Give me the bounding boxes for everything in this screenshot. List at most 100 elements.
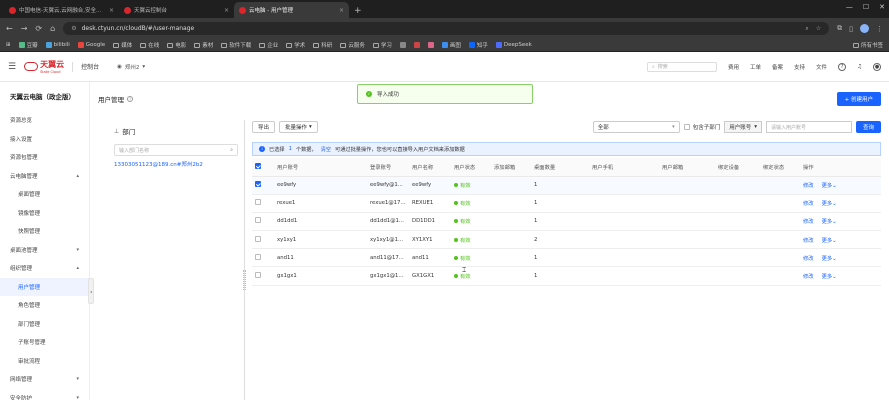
profile-avatar[interactable] [860, 24, 869, 33]
edit-link[interactable]: 修改 [803, 217, 814, 225]
batch-operation-button[interactable]: 批量操作 ▾ [279, 121, 318, 133]
zoom-icon[interactable]: ⌕ [805, 25, 808, 33]
more-dropdown[interactable]: 更多⌄ [822, 217, 837, 225]
browser-tab[interactable]: 天翼云控制台 × [119, 2, 234, 18]
sidebar-item[interactable]: 桌面管理 [0, 185, 89, 204]
department-tree-node[interactable]: 13303051123@189.cn#郑州2b2 [114, 160, 238, 168]
extensions-icon[interactable]: ⧉ [837, 24, 842, 33]
console-link[interactable]: 控制台 [81, 62, 99, 71]
search-field-select[interactable]: 用户账号 ▾ [724, 121, 762, 133]
header-link-docs[interactable]: 文件 [816, 63, 827, 71]
table-row[interactable]: ee9wfy ee9wfy@1... ee9wfy 有效 1 修改 更多⌄ [252, 176, 881, 195]
menu-icon[interactable]: ⋮ [876, 25, 883, 33]
sidebar-item[interactable]: 桌面池管理 ▾ [0, 241, 89, 260]
user-icon[interactable]: ● [873, 62, 881, 71]
minimize-icon[interactable]: — [846, 3, 853, 11]
sidebar-item[interactable]: 接入设置 [0, 130, 89, 149]
close-tab-icon[interactable]: × [339, 7, 344, 14]
edit-link[interactable]: 修改 [803, 272, 814, 280]
export-button[interactable]: 导出 [252, 121, 276, 133]
maximize-icon[interactable]: ☐ [863, 3, 869, 11]
star-icon[interactable]: ☆ [816, 25, 821, 33]
browser-tab-active[interactable]: 云电脑 - 用户管理 × [234, 2, 349, 18]
create-user-button[interactable]: + 创建用户 [836, 92, 881, 106]
sidebar-item[interactable]: 审批流程 [0, 352, 89, 371]
more-dropdown[interactable]: 更多⌄ [822, 236, 837, 244]
bookmark-folder[interactable]: 软件下载 [221, 41, 251, 49]
sidebar-item[interactable]: 用户管理 [0, 277, 89, 296]
bookmark[interactable]: bilibili [45, 42, 70, 48]
close-tab-icon[interactable]: × [109, 7, 114, 14]
bookmark-folder[interactable]: 电影 [167, 41, 186, 49]
bookmark-folder[interactable]: 科研 [313, 41, 332, 49]
row-checkbox[interactable] [255, 181, 261, 188]
clear-selection-link[interactable]: 清空 [321, 146, 331, 153]
more-dropdown[interactable]: 更多⌄ [822, 254, 837, 262]
bookmark[interactable]: 知乎 [468, 41, 488, 49]
bookmark-folder[interactable]: 学术 [286, 41, 305, 49]
bookmark-folder[interactable]: 云服务 [340, 41, 365, 49]
close-window-icon[interactable]: ✕ [879, 3, 885, 11]
sidebar-item[interactable]: 安全防护 ▾ [0, 389, 89, 400]
bookmark-folder[interactable]: 学习 [372, 41, 392, 49]
status-filter-select[interactable]: 全部 ▾ [592, 121, 680, 133]
search-input[interactable]: 请输入用户账号 [765, 121, 852, 133]
reload-icon[interactable]: ⟳ [35, 24, 42, 33]
sidebar-icon[interactable]: ▯ [849, 25, 853, 33]
more-dropdown[interactable]: 更多⌄ [822, 181, 837, 189]
help-icon[interactable]: ? [838, 62, 847, 71]
edit-link[interactable]: 修改 [803, 236, 814, 244]
row-checkbox[interactable] [255, 199, 261, 206]
browser-tab[interactable]: 中国电信-天翼云,云网融合,安全... × [4, 2, 119, 18]
sidebar-item[interactable]: 网络管理 ▾ [0, 370, 89, 389]
header-search[interactable]: ⌕ 搜索 [646, 61, 717, 72]
help-circle-icon[interactable]: ? [127, 96, 133, 102]
sidebar-item[interactable]: 部门管理 [0, 315, 89, 334]
row-checkbox[interactable] [255, 253, 261, 260]
sidebar-item[interactable]: 资源总览 [0, 111, 89, 130]
sidebar-item[interactable]: 快照管理 [0, 222, 89, 241]
edit-link[interactable]: 修改 [803, 199, 814, 207]
resize-handle[interactable] [243, 270, 246, 290]
home-icon[interactable]: ⌂ [50, 24, 55, 33]
row-checkbox[interactable] [255, 272, 261, 279]
address-bar[interactable]: ⚙ desk.ctyun.cn/cloudB/#/user-manage ⌕ ☆ [63, 22, 830, 35]
sidebar-item[interactable]: 子账号管理 [0, 333, 89, 352]
bookmark[interactable]: Google [77, 42, 105, 48]
site-info-icon[interactable]: ⚙ [71, 25, 76, 32]
bookmark[interactable]: DeepSeek [495, 42, 532, 48]
ctyun-logo[interactable]: 天翼云 State Cloud [24, 59, 64, 74]
table-row[interactable]: and11 and11@17... and11 有效 1 修改 更多⌄ [252, 248, 881, 268]
bookmark[interactable] [399, 42, 406, 48]
table-row[interactable]: dd1dd1 dd1dd1@1... DD1DD1 有效 1 修改 更多⌄ [252, 212, 881, 232]
header-link-fees[interactable]: 费用 [728, 63, 739, 71]
row-checkbox[interactable] [255, 235, 261, 242]
back-icon[interactable]: ← [6, 24, 13, 33]
table-row[interactable]: gx1gx1 gx1gx1@1... GX1GX1 有效 1 修改 更多⌄ [252, 266, 881, 286]
bookmark-folder[interactable]: 企业 [259, 41, 278, 49]
forward-icon[interactable]: → [21, 24, 28, 33]
more-dropdown[interactable]: 更多⌄ [822, 199, 837, 207]
table-row[interactable]: xy1xy1 xy1xy1@1... XY1XY1 有效 2 修改 更多⌄ [252, 230, 881, 250]
query-button[interactable]: 查询 [855, 121, 881, 133]
all-bookmarks[interactable]: 所有书签 [852, 41, 883, 49]
bookmark-folder[interactable]: 在线 [140, 41, 159, 49]
header-link-ticket[interactable]: 工单 [750, 63, 761, 71]
sidebar-item[interactable]: 资源包管理 [0, 148, 89, 167]
bookmark[interactable] [413, 42, 420, 48]
close-tab-icon[interactable]: × [224, 7, 229, 14]
select-all-checkbox[interactable] [255, 162, 261, 169]
edit-link[interactable]: 修改 [803, 254, 814, 262]
department-search-input[interactable]: 输入部门名称 ⌕ [114, 144, 238, 156]
bookmark-folder[interactable]: 素材 [194, 41, 213, 49]
include-subdepartment-checkbox[interactable]: 包含子部门 [683, 123, 720, 131]
bell-icon[interactable]: ♫ [857, 64, 862, 70]
sidebar-item[interactable]: 镜像管理 [0, 204, 89, 223]
sidebar-item[interactable]: 组织管理 ▴ [0, 259, 89, 278]
apps-icon[interactable]: ⊞ [6, 42, 11, 48]
bookmark[interactable] [427, 42, 434, 48]
region-selector[interactable]: ◉ 郑州2 ▾ [117, 63, 145, 71]
more-dropdown[interactable]: 更多⌄ [822, 272, 837, 280]
table-row[interactable]: rexue1 rexue1@17... REXUE1 有效 1 修改 更多⌄ [252, 194, 881, 213]
bookmark[interactable]: 豆瓣 [18, 41, 38, 49]
